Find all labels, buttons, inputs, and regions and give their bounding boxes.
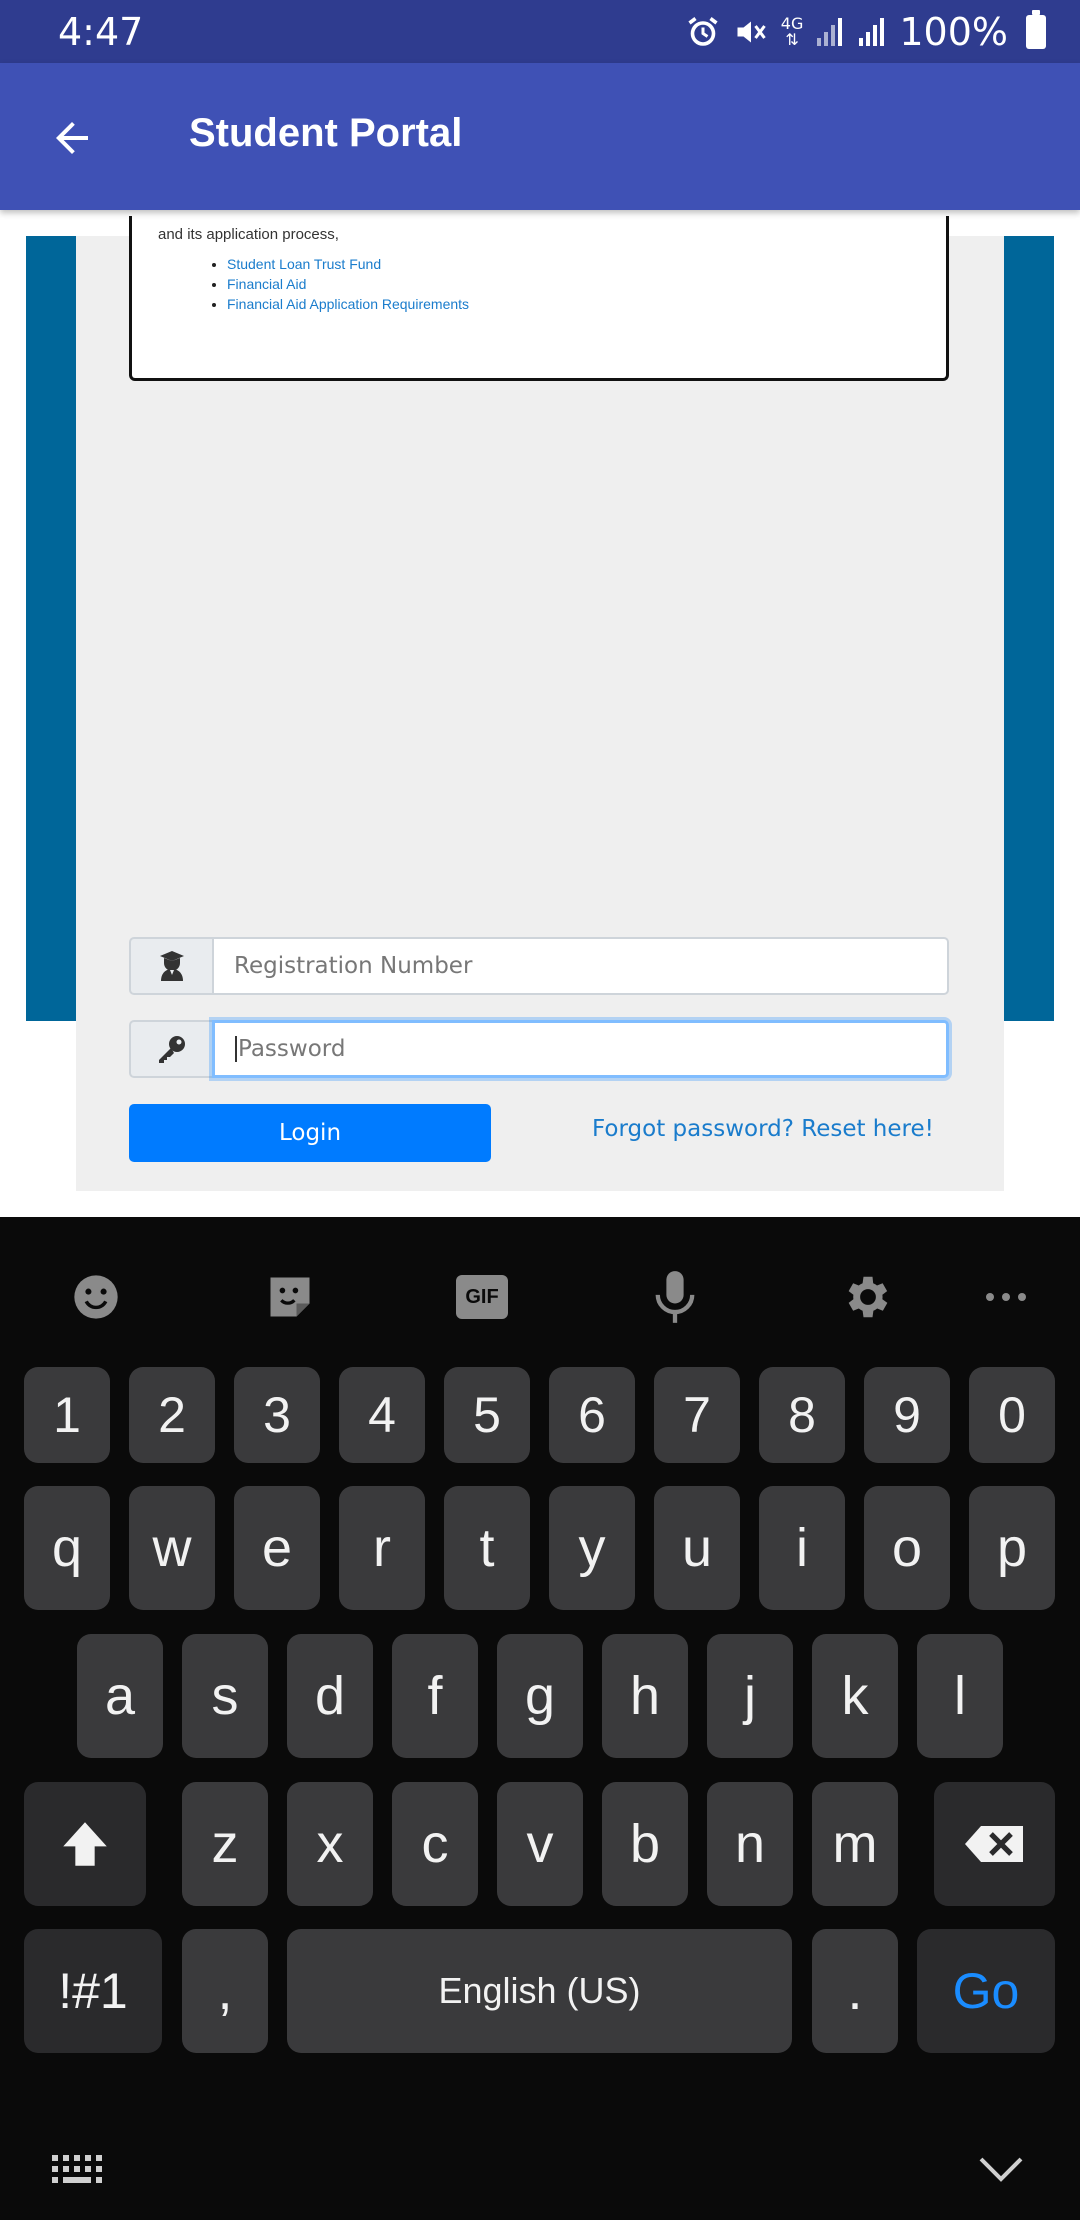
back-button[interactable] [40, 106, 104, 170]
alarm-icon [685, 14, 721, 50]
key-3[interactable]: 3 [234, 1367, 320, 1463]
key-e[interactable]: e [234, 1486, 320, 1610]
link-student-loan-trust-fund[interactable]: Student Loan Trust Fund [227, 254, 469, 274]
key-b[interactable]: b [602, 1782, 688, 1906]
space-key[interactable]: English (US) [287, 1929, 792, 2053]
status-icons: 4G ⇅ 100% [685, 8, 1046, 56]
keyboard-toolbar: GIF [0, 1217, 1080, 1367]
key-7[interactable]: 7 [654, 1367, 740, 1463]
key-v[interactable]: v [497, 1782, 583, 1906]
key-4[interactable]: 4 [339, 1367, 425, 1463]
battery-percent: 100% [899, 10, 1008, 54]
backspace-key[interactable] [934, 1782, 1055, 1906]
key-r[interactable]: r [339, 1486, 425, 1610]
login-button[interactable]: Login [129, 1104, 491, 1162]
emoji-icon[interactable] [64, 1265, 128, 1329]
key-9[interactable]: 9 [864, 1367, 950, 1463]
webview: and its application process, Student Loa… [0, 210, 1080, 1217]
key-p[interactable]: p [969, 1486, 1055, 1610]
period-key[interactable]: . [812, 1929, 898, 2053]
shift-key[interactable] [24, 1782, 146, 1906]
go-key[interactable]: Go [917, 1929, 1055, 2053]
network-type-icon: 4G ⇅ [781, 16, 804, 48]
graduate-icon [129, 937, 212, 995]
key-0[interactable]: 0 [969, 1367, 1055, 1463]
key-icon [129, 1020, 212, 1078]
mute-icon [733, 14, 769, 50]
key-i[interactable]: i [759, 1486, 845, 1610]
side-bar-right [1004, 236, 1054, 1021]
symbols-key[interactable]: !#1 [24, 1929, 162, 2053]
status-time: 4:47 [58, 10, 144, 54]
key-1[interactable]: 1 [24, 1367, 110, 1463]
backspace-icon [964, 1826, 1023, 1862]
key-q[interactable]: q [24, 1486, 110, 1610]
key-g[interactable]: g [497, 1634, 583, 1758]
key-y[interactable]: y [549, 1486, 635, 1610]
registration-number-input[interactable]: Registration Number [212, 937, 949, 995]
registration-placeholder: Registration Number [234, 953, 473, 979]
gif-icon: GIF [456, 1275, 508, 1319]
key-a[interactable]: a [77, 1634, 163, 1758]
key-d[interactable]: d [287, 1634, 373, 1758]
app-title: Student Portal [189, 111, 463, 155]
key-8[interactable]: 8 [759, 1367, 845, 1463]
registration-field-row: Registration Number [129, 937, 949, 995]
text-cursor [235, 1036, 237, 1062]
mic-icon[interactable] [643, 1265, 707, 1329]
password-input[interactable]: Password [212, 1020, 949, 1078]
password-placeholder: Password [238, 1036, 346, 1062]
battery-icon [1026, 10, 1046, 49]
shift-icon [63, 1822, 107, 1866]
hide-keyboard-icon[interactable] [976, 2151, 1026, 2187]
keyboard: GIF 1 2 3 4 5 6 7 8 9 0 q w e r t y u i … [0, 1217, 1080, 2220]
key-c[interactable]: c [392, 1782, 478, 1906]
gif-label: GIF [465, 1285, 499, 1308]
link-financial-aid[interactable]: Financial Aid [227, 274, 469, 294]
key-l[interactable]: l [917, 1634, 1003, 1758]
info-links: Student Loan Trust Fund Financial Aid Fi… [227, 254, 469, 314]
forgot-password-link[interactable]: Forgot password? Reset here! [592, 1116, 934, 1142]
back-arrow-icon [56, 122, 88, 154]
app-bar: Student Portal [0, 63, 1080, 210]
key-m[interactable]: m [812, 1782, 898, 1906]
key-s[interactable]: s [182, 1634, 268, 1758]
key-x[interactable]: x [287, 1782, 373, 1906]
key-t[interactable]: t [444, 1486, 530, 1610]
sticker-icon[interactable] [258, 1265, 322, 1329]
gif-button[interactable]: GIF [450, 1265, 514, 1329]
more-icon[interactable] [974, 1265, 1038, 1329]
key-o[interactable]: o [864, 1486, 950, 1610]
login-panel: and its application process, Student Loa… [76, 216, 1004, 1191]
key-k[interactable]: k [812, 1634, 898, 1758]
info-box: and its application process, Student Loa… [129, 216, 949, 381]
key-n[interactable]: n [707, 1782, 793, 1906]
password-field-row: Password [129, 1020, 949, 1078]
key-h[interactable]: h [602, 1634, 688, 1758]
key-u[interactable]: u [654, 1486, 740, 1610]
signal-icon-1 [815, 16, 845, 48]
comma-key[interactable]: , [182, 1929, 268, 2053]
info-text: and its application process, [158, 226, 339, 243]
key-z[interactable]: z [182, 1782, 268, 1906]
signal-icon-2 [857, 16, 887, 48]
link-financial-aid-requirements[interactable]: Financial Aid Application Requirements [227, 294, 469, 314]
key-5[interactable]: 5 [444, 1367, 530, 1463]
key-f[interactable]: f [392, 1634, 478, 1758]
key-j[interactable]: j [707, 1634, 793, 1758]
keyboard-bottom-bar [0, 2117, 1080, 2220]
key-w[interactable]: w [129, 1486, 215, 1610]
key-2[interactable]: 2 [129, 1367, 215, 1463]
data-arrows-icon: ⇅ [785, 30, 799, 49]
status-bar: 4:47 4G ⇅ 100% [0, 0, 1080, 63]
gear-icon[interactable] [836, 1265, 900, 1329]
keyboard-switch-icon[interactable] [50, 2153, 110, 2187]
side-bar-left [26, 236, 76, 1021]
key-6[interactable]: 6 [549, 1367, 635, 1463]
